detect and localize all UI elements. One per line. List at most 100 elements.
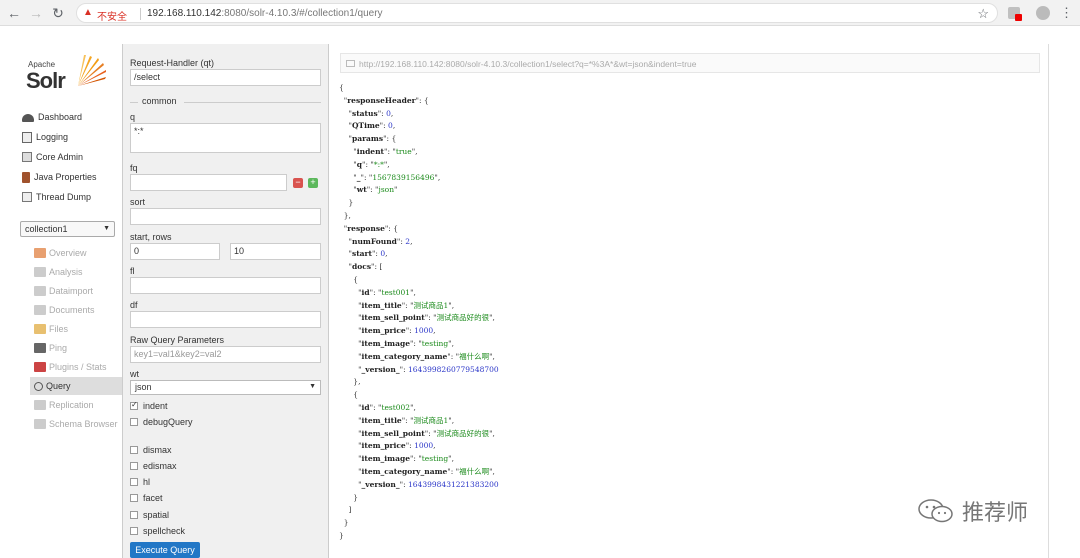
fq-input[interactable] <box>130 174 287 191</box>
core-menu-files[interactable]: Files <box>30 320 122 338</box>
param-indent-value: true <box>395 146 412 156</box>
core-menu-query[interactable]: Query <box>30 377 122 395</box>
debug-query-checkbox[interactable]: debugQuery <box>130 417 193 427</box>
core-menu-plugins-stats[interactable]: Plugins / Stats <box>30 358 122 376</box>
doc-item-sell-point: 测试商品好的很 <box>436 313 490 323</box>
spatial-checkbox[interactable]: spatial <box>130 510 169 520</box>
sort-input[interactable] <box>130 208 321 225</box>
hl-checkbox[interactable]: hl <box>130 477 150 487</box>
request-url-text: http://192.168.110.142:8080/solr-4.10.3/… <box>359 59 697 69</box>
nav-logging[interactable]: Logging <box>22 128 68 146</box>
edismax-checkbox[interactable]: edismax <box>130 461 177 471</box>
browser-menu-icon[interactable]: ⋮ <box>1060 5 1073 21</box>
doc-id: test001 <box>381 287 411 297</box>
checkbox-label: facet <box>143 493 163 503</box>
core-menu-label: Replication <box>49 400 94 410</box>
q-textarea[interactable]: *:* <box>130 123 321 153</box>
profile-avatar-icon[interactable] <box>1036 6 1050 20</box>
checkbox-label: indent <box>143 401 168 411</box>
dismax-checkbox[interactable]: dismax <box>130 445 172 455</box>
plugins-icon <box>34 362 46 372</box>
core-admin-icon <box>22 152 32 162</box>
rows-input[interactable]: 10 <box>230 243 321 260</box>
dataimport-icon <box>34 286 46 296</box>
sort-label: sort <box>130 197 146 207</box>
param-q-value: *:* <box>373 159 384 169</box>
core-menu-ping[interactable]: Ping <box>30 339 122 357</box>
nav-core-admin[interactable]: Core Admin <box>22 148 83 166</box>
forward-arrow-icon[interactable]: → <box>28 5 44 21</box>
analysis-icon <box>34 267 46 277</box>
nav-dashboard[interactable]: Dashboard <box>22 108 82 126</box>
request-url-link[interactable]: http://192.168.110.142:8080/solr-4.10.3/… <box>340 53 1040 73</box>
back-arrow-icon[interactable]: ← <box>6 5 22 21</box>
doc-item-category-name: 福什么啊 <box>459 351 490 361</box>
nav-java-properties[interactable]: Java Properties <box>22 168 97 186</box>
remove-fq-button[interactable]: − <box>293 178 303 188</box>
collection-select[interactable]: collection1 ▼ <box>20 221 115 237</box>
wt-select-value: json <box>135 382 152 392</box>
doc-id: test002 <box>381 402 411 412</box>
core-menu-overview[interactable]: Overview <box>30 244 122 262</box>
checkbox-box[interactable] <box>130 418 138 426</box>
checkbox-box[interactable] <box>130 446 138 454</box>
param-wt-value: json <box>378 185 395 195</box>
start-rows-label: start, rows <box>130 232 172 242</box>
doc-item-image: testing <box>421 454 449 464</box>
core-menu-schema-browser[interactable]: Schema Browser <box>30 415 122 433</box>
raw-query-label: Raw Query Parameters <box>130 335 225 345</box>
bookmark-star-icon[interactable]: ☆ <box>977 6 989 22</box>
json-response: { "responseHeader": { "status": 0, "QTim… <box>339 83 499 540</box>
q-label: q <box>130 112 136 122</box>
raw-query-input[interactable]: key1=val1&key2=val2 <box>130 346 321 363</box>
add-fq-button[interactable]: + <box>308 178 318 188</box>
extension-icon[interactable] <box>1008 7 1022 21</box>
link-icon <box>346 60 355 67</box>
checkbox-label: debugQuery <box>143 417 193 427</box>
core-menu-analysis[interactable]: Analysis <box>30 263 122 281</box>
overview-icon <box>34 248 46 258</box>
start-input[interactable]: 0 <box>130 243 220 260</box>
doc-version: 1643998431221383200 <box>408 479 499 489</box>
checkbox-box[interactable] <box>130 478 138 486</box>
core-menu-label: Analysis <box>49 267 83 277</box>
checkbox-box[interactable] <box>130 511 138 519</box>
replication-icon <box>34 400 46 410</box>
core-menu-replication[interactable]: Replication <box>30 396 122 414</box>
df-input[interactable] <box>130 311 321 328</box>
core-menu-label: Documents <box>49 305 95 315</box>
spellcheck-checkbox[interactable]: spellcheck <box>130 526 185 536</box>
core-menu-label: Plugins / Stats <box>49 362 107 372</box>
indent-checkbox[interactable]: indent <box>130 400 168 411</box>
wt-label: wt <box>130 369 139 379</box>
solr-logo[interactable]: Apache Solr <box>26 52 110 98</box>
wechat-icon <box>918 499 953 523</box>
doc-version: 1643998260779548700 <box>408 364 499 374</box>
checkbox-box[interactable] <box>130 527 138 535</box>
core-menu-dataimport[interactable]: Dataimport <box>30 282 122 300</box>
common-section-legend: common <box>130 96 321 108</box>
schema-browser-icon <box>34 419 46 429</box>
checkbox-label: dismax <box>143 445 172 455</box>
fl-label: fl <box>130 266 135 276</box>
checkbox-box[interactable] <box>130 462 138 470</box>
facet-checkbox[interactable]: facet <box>130 493 163 503</box>
core-menu-documents[interactable]: Documents <box>30 301 122 319</box>
wt-select[interactable]: json ▼ <box>130 380 321 395</box>
nav-label: Java Properties <box>34 172 97 182</box>
nav-thread-dump[interactable]: Thread Dump <box>22 188 91 206</box>
chevron-down-icon: ▼ <box>103 225 110 232</box>
search-icon <box>34 381 43 391</box>
fl-input[interactable] <box>130 277 321 294</box>
address-bar[interactable]: ▲ 不安全 192.168.110.142:8080/solr-4.10.3/#… <box>76 3 998 23</box>
reload-icon[interactable]: ↻ <box>50 5 66 21</box>
nav-label: Thread Dump <box>36 192 92 202</box>
checkbox-box[interactable] <box>130 494 138 502</box>
content-divider <box>1048 44 1049 558</box>
request-handler-input[interactable]: /select <box>130 69 321 86</box>
execute-query-button[interactable]: Execute Query <box>130 542 200 558</box>
warning-icon: ▲ <box>83 7 93 18</box>
core-menu-label: Schema Browser <box>49 419 118 429</box>
doc-item-category-name: 福什么啊 <box>459 466 490 476</box>
checkbox-box[interactable] <box>130 400 138 410</box>
